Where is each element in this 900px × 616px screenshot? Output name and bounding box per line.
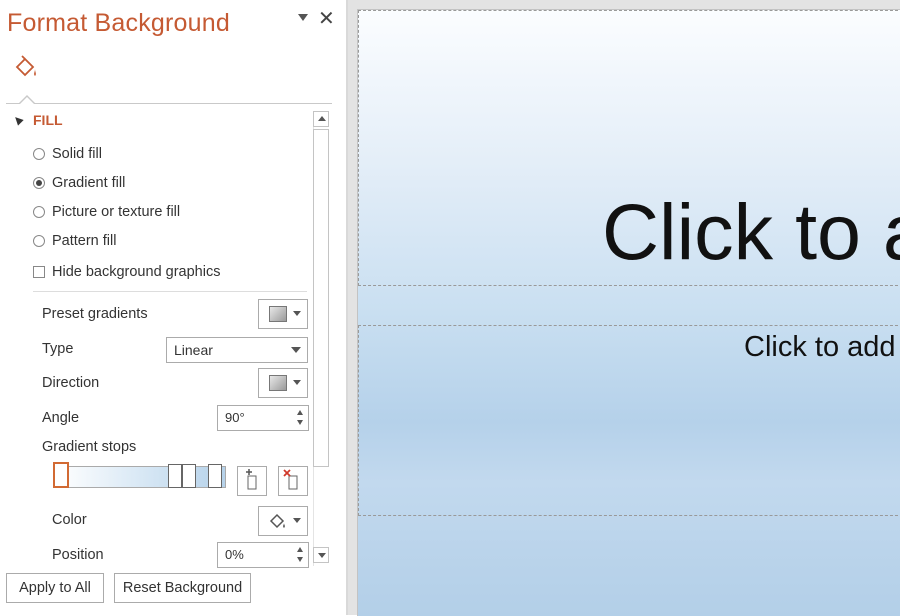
gradient-stops-label: Gradient stops	[42, 439, 137, 455]
radio-label: Gradient fill	[52, 175, 126, 191]
spin-down-icon[interactable]	[297, 420, 303, 425]
remove-gradient-stop-button[interactable]	[278, 466, 308, 496]
chevron-down-icon	[293, 311, 301, 316]
gradient-stops-bar[interactable]	[54, 466, 226, 488]
title-placeholder-text: Click to a	[602, 187, 900, 276]
subtitle-placeholder[interactable]: Click to add	[358, 325, 900, 516]
checkbox[interactable]	[33, 266, 45, 278]
gradient-stop[interactable]	[182, 464, 196, 488]
radio-gradient-fill[interactable]: Gradient fill	[33, 173, 125, 193]
checkbox-label: Hide background graphics	[52, 264, 221, 280]
paint-bucket-icon	[269, 513, 285, 529]
pane-title: Format Background	[7, 9, 230, 37]
chevron-down-icon	[293, 518, 301, 523]
color-label: Color	[52, 512, 87, 528]
gradient-swatch-icon	[269, 306, 287, 322]
scroll-up-icon[interactable]	[313, 111, 329, 127]
radio-label: Solid fill	[52, 146, 102, 162]
section-divider	[33, 291, 307, 292]
preset-gradients-button[interactable]	[258, 299, 308, 329]
slide: Click to a Click to add	[357, 9, 900, 616]
format-background-pane: Format Background ✕ FILL Solid fill Grad…	[0, 0, 346, 615]
color-picker-button[interactable]	[258, 506, 308, 536]
remove-stop-icon	[283, 469, 298, 490]
tab-divider	[6, 103, 332, 104]
radio-pattern-fill[interactable]: Pattern fill	[33, 231, 116, 251]
gradient-stop[interactable]	[208, 464, 222, 488]
pane-options-dropdown-icon[interactable]	[298, 14, 308, 21]
section-title-fill[interactable]: FILL	[33, 112, 63, 128]
position-label: Position	[52, 547, 104, 563]
chevron-down-icon	[293, 380, 301, 385]
chevron-down-icon	[291, 347, 301, 353]
reset-background-button[interactable]: Reset Background	[114, 573, 251, 603]
angle-spinner[interactable]: 90°	[217, 405, 309, 431]
scroll-thumb[interactable]	[313, 129, 329, 467]
apply-to-all-button[interactable]: Apply to All	[6, 573, 104, 603]
type-label: Type	[42, 341, 74, 357]
spin-up-icon[interactable]	[297, 410, 303, 415]
type-value: Linear	[174, 342, 213, 358]
radio-button-selected[interactable]	[33, 177, 45, 189]
angle-label: Angle	[42, 410, 80, 426]
fill-bucket-icon[interactable]	[13, 55, 39, 81]
spin-up-icon[interactable]	[297, 547, 303, 552]
radio-button[interactable]	[33, 206, 45, 218]
radio-label: Picture or texture fill	[52, 204, 181, 220]
spin-down-icon[interactable]	[297, 557, 303, 562]
gradient-stop-selected[interactable]	[53, 462, 69, 488]
collapse-caret-icon[interactable]	[12, 114, 24, 126]
radio-button[interactable]	[33, 235, 45, 247]
add-stop-icon	[246, 469, 257, 490]
position-spinner[interactable]: 0%	[217, 542, 309, 568]
close-icon[interactable]: ✕	[318, 7, 335, 31]
hide-background-graphics-checkbox[interactable]: Hide background graphics	[33, 262, 220, 282]
angle-value: 90°	[225, 410, 245, 425]
add-gradient-stop-button[interactable]	[237, 466, 267, 496]
radio-picture-texture-fill[interactable]: Picture or texture fill	[33, 202, 180, 222]
direction-swatch-icon	[269, 375, 287, 391]
radio-label: Pattern fill	[52, 233, 117, 249]
direction-label: Direction	[42, 375, 100, 391]
gradient-stop[interactable]	[168, 464, 182, 488]
radio-button[interactable]	[33, 148, 45, 160]
type-select[interactable]: Linear	[166, 337, 308, 363]
direction-button[interactable]	[258, 368, 308, 398]
title-placeholder[interactable]: Click to a	[358, 10, 900, 286]
scroll-down-icon[interactable]	[313, 547, 329, 563]
subtitle-placeholder-text: Click to add	[744, 331, 896, 363]
position-value: 0%	[225, 547, 244, 562]
radio-solid-fill[interactable]: Solid fill	[33, 144, 102, 164]
preset-gradients-label: Preset gradients	[42, 306, 148, 322]
